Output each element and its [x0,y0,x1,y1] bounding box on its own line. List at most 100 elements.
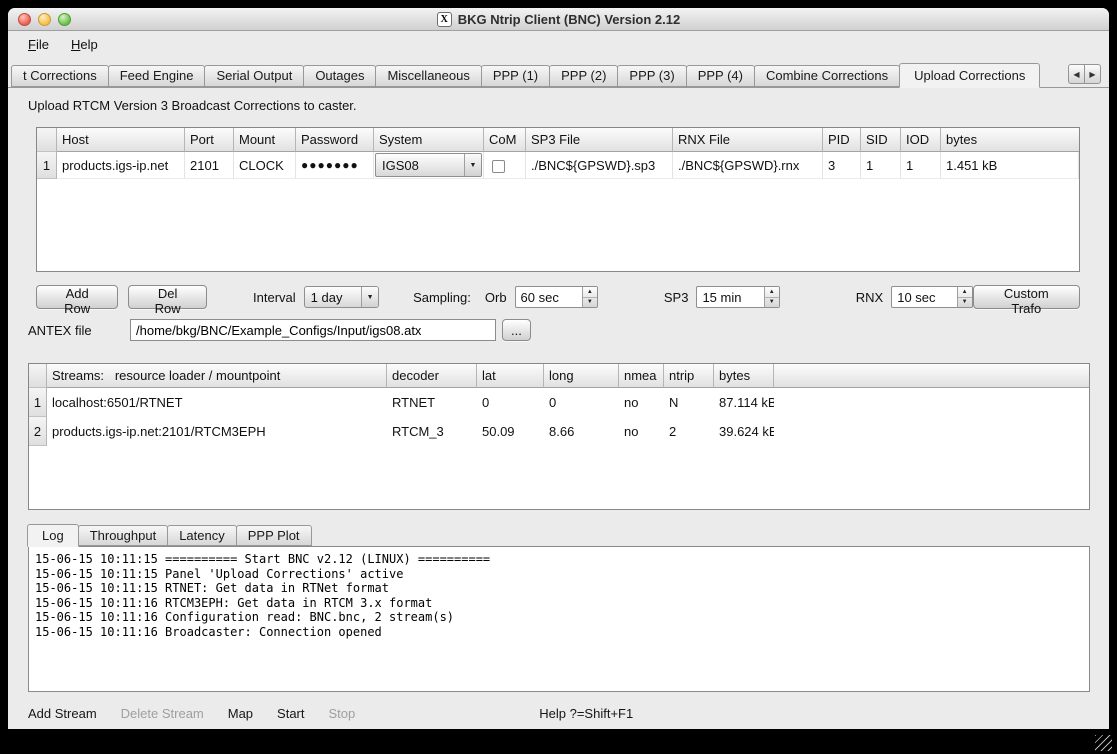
system-combobox[interactable]: IGS08 ▼ [375,153,482,177]
sp3-sampling-spinbox[interactable]: 15 min ▲ ▼ [696,286,779,308]
sp3-file-cell[interactable]: ./BNC${GPSWD}.sp3 [526,152,673,179]
stream-row[interactable]: 1 localhost:6501/RTNET RTNET 0 0 no N 87… [29,388,1089,417]
col-header-lat[interactable]: lat [477,364,544,388]
tab-log[interactable]: Log [27,524,79,547]
del-row-button[interactable]: Del Row [128,285,207,309]
col-header-system[interactable]: System [374,128,484,152]
tab-ppp-2[interactable]: PPP (2) [549,65,618,87]
tab-upload-corrections[interactable]: Upload Corrections [899,63,1040,88]
panel-description: Upload RTCM Version 3 Broadcast Correcti… [28,98,1109,113]
col-header-bytes[interactable]: bytes [941,128,1079,152]
col-header-ntrip[interactable]: ntrip [664,364,714,388]
decoder-cell[interactable]: RTNET [387,388,477,417]
main-tabbar: t Corrections Feed Engine Serial Output … [8,57,1109,88]
tab-miscellaneous[interactable]: Miscellaneous [375,65,481,87]
col-header-host[interactable]: Host [57,128,185,152]
spin-up-icon[interactable]: ▲ [958,287,972,298]
tab-broadcast-corrections[interactable]: t Corrections [11,65,109,87]
tab-outages[interactable]: Outages [303,65,376,87]
spin-down-icon[interactable]: ▼ [958,298,972,308]
mount-cell[interactable]: CLOCK [234,152,296,179]
sid-cell[interactable]: 1 [861,152,901,179]
col-header-pid[interactable]: PID [823,128,861,152]
password-cell[interactable]: ●●●●●●● [296,152,374,179]
spin-buttons: ▲ ▼ [582,287,597,307]
resize-grip[interactable] [1095,735,1112,751]
tab-serial-output[interactable]: Serial Output [204,65,304,87]
rnx-label: RNX [856,290,883,305]
col-header-sid[interactable]: SID [861,128,901,152]
close-button[interactable] [18,13,31,26]
browse-button[interactable]: ... [502,319,531,341]
delete-stream-button: Delete Stream [121,706,204,721]
ntrip-cell[interactable]: N [664,388,714,417]
long-cell[interactable]: 8.66 [544,417,619,446]
mountpoint-cell[interactable]: localhost:6501/RTNET [47,388,387,417]
mountpoint-cell[interactable]: products.igs-ip.net:2101/RTCM3EPH [47,417,387,446]
spin-buttons: ▲ ▼ [764,287,779,307]
col-header-nmea[interactable]: nmea [619,364,664,388]
spin-up-icon[interactable]: ▲ [583,287,597,298]
long-cell[interactable]: 0 [544,388,619,417]
host-cell[interactable]: products.igs-ip.net [57,152,185,179]
pid-cell[interactable]: 3 [823,152,861,179]
log-output[interactable]: 15-06-15 10:11:15 ========== Start BNC v… [28,546,1090,692]
col-header-port[interactable]: Port [185,128,234,152]
rnx-file-cell[interactable]: ./BNC${GPSWD}.rnx [673,152,823,179]
interval-combobox[interactable]: 1 day ▼ [304,286,379,308]
spin-buttons: ▲ ▼ [957,287,972,307]
window-title: X BKG Ntrip Client (BNC) Version 2.12 [437,12,680,27]
nmea-cell[interactable]: no [619,417,664,446]
custom-trafo-button[interactable]: Custom Trafo [973,285,1080,309]
tab-latency[interactable]: Latency [167,525,237,546]
col-header-bytes[interactable]: bytes [714,364,774,388]
spin-down-icon[interactable]: ▼ [765,298,779,308]
log-line: 15-06-15 10:11:15 RTNET: Get data in RTN… [35,581,1083,596]
tab-scroll-left-icon[interactable]: ◀ [1068,64,1085,84]
spin-down-icon[interactable]: ▼ [583,298,597,308]
com-checkbox[interactable] [492,160,505,173]
col-header-com[interactable]: CoM [484,128,526,152]
menu-help[interactable]: Help [71,37,98,52]
tab-ppp-plot[interactable]: PPP Plot [236,525,312,546]
col-header-iod[interactable]: IOD [901,128,941,152]
nmea-cell[interactable]: no [619,388,664,417]
zoom-button[interactable] [58,13,71,26]
tab-throughput[interactable]: Throughput [78,525,169,546]
stop-button: Stop [329,706,356,721]
add-row-button[interactable]: Add Row [36,285,118,309]
tab-combine-corrections[interactable]: Combine Corrections [754,65,900,87]
window-title-text: BKG Ntrip Client (BNC) Version 2.12 [458,12,680,27]
col-header-decoder[interactable]: decoder [387,364,477,388]
minimize-button[interactable] [38,13,51,26]
rnx-sampling-spinbox[interactable]: 10 sec ▲ ▼ [891,286,972,308]
titlebar[interactable]: X BKG Ntrip Client (BNC) Version 2.12 [8,8,1109,31]
antex-file-input[interactable] [130,319,496,341]
tab-ppp-4[interactable]: PPP (4) [686,65,755,87]
col-header-mount[interactable]: Mount [234,128,296,152]
lat-cell[interactable]: 0 [477,388,544,417]
decoder-cell[interactable]: RTCM_3 [387,417,477,446]
col-header-rnx-file[interactable]: RNX File [673,128,823,152]
col-header-sp3-file[interactable]: SP3 File [526,128,673,152]
col-header-password[interactable]: Password [296,128,374,152]
start-button[interactable]: Start [277,706,304,721]
col-header-long[interactable]: long [544,364,619,388]
help-shortcut-label: Help ?=Shift+F1 [539,706,633,721]
lat-cell[interactable]: 50.09 [477,417,544,446]
port-cell[interactable]: 2101 [185,152,234,179]
spin-up-icon[interactable]: ▲ [765,287,779,298]
orb-sampling-value: 60 sec [516,287,582,307]
tab-ppp-3[interactable]: PPP (3) [617,65,686,87]
map-button[interactable]: Map [228,706,253,721]
iod-cell[interactable]: 1 [901,152,941,179]
stream-row[interactable]: 2 products.igs-ip.net:2101/RTCM3EPH RTCM… [29,417,1089,446]
tab-ppp-1[interactable]: PPP (1) [481,65,550,87]
tab-scroll-right-icon[interactable]: ▶ [1084,64,1101,84]
menu-file[interactable]: File [28,37,49,52]
ntrip-cell[interactable]: 2 [664,417,714,446]
orb-sampling-spinbox[interactable]: 60 sec ▲ ▼ [515,286,598,308]
tab-feed-engine[interactable]: Feed Engine [108,65,206,87]
col-header-mountpoint[interactable]: Streams: resource loader / mountpoint [47,364,387,388]
add-stream-button[interactable]: Add Stream [28,706,97,721]
